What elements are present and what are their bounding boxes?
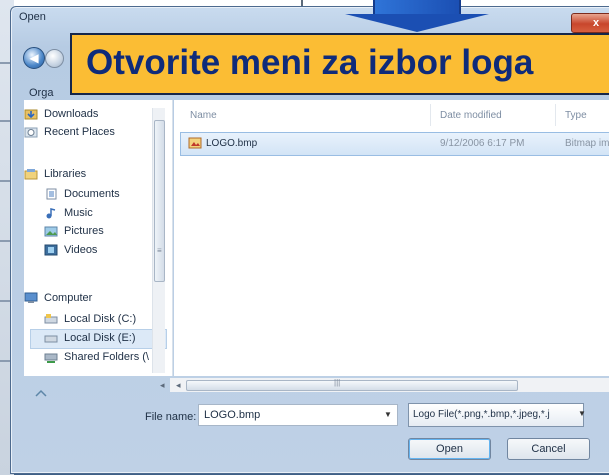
shared-folders-icon: [44, 353, 58, 363]
sidebar-item-shared-folders[interactable]: Shared Folders (\: [44, 351, 149, 363]
computer-icon: [24, 292, 38, 303]
scrollbar-grip-icon: ≡: [157, 246, 162, 255]
navigation-scrollbar[interactable]: ≡: [152, 108, 165, 373]
column-header-name[interactable]: Name: [190, 110, 217, 121]
sidebar-item-label: Shared Folders (\: [64, 351, 149, 363]
arrow-left-icon: ◀: [29, 51, 39, 65]
recent-places-icon: [24, 127, 38, 138]
forward-button[interactable]: [45, 49, 64, 68]
sidebar-item-label: Pictures: [64, 225, 104, 237]
cancel-button[interactable]: Cancel: [507, 438, 590, 460]
sidebar-item-videos[interactable]: Videos: [44, 244, 98, 256]
sidebar-item-label: Videos: [64, 244, 98, 256]
dialog-title: Open: [19, 11, 46, 23]
sidebar-item-local-disk-c[interactable]: Local Disk (C:): [44, 313, 137, 325]
file-date-cell: 9/12/2006 6:17 PM: [440, 138, 525, 149]
bitmap-file-icon: [188, 137, 202, 149]
file-name-dropdown-icon[interactable]: ▼: [384, 410, 392, 419]
sidebar-item-documents[interactable]: Documents: [46, 188, 120, 200]
scroll-left-arrow-icon[interactable]: ◂: [176, 380, 181, 391]
scrollbar-thumb[interactable]: [186, 380, 518, 391]
file-name-label: File name:: [145, 411, 197, 423]
arrow-down-icon: [345, 14, 489, 32]
instruction-text: Otvorite meni za izbor loga: [86, 43, 534, 82]
sidebar-item-label: Music: [64, 207, 93, 219]
sidebar-item-label: Computer: [44, 292, 93, 304]
pictures-icon: [44, 226, 58, 237]
organize-button[interactable]: Orga: [29, 87, 53, 99]
sidebar-item-label: Documents: [64, 188, 120, 200]
sidebar-item-libraries[interactable]: Libraries: [24, 168, 87, 180]
back-button[interactable]: ◀: [23, 47, 45, 69]
sidebar-item-pictures[interactable]: Pictures: [44, 225, 104, 237]
instruction-banner: Otvorite meni za izbor loga: [70, 33, 609, 95]
column-header-date-modified[interactable]: Date modified: [440, 110, 502, 121]
column-divider: [555, 104, 556, 126]
libraries-icon: [24, 169, 38, 180]
sidebar-item-label: Recent Places: [44, 126, 115, 138]
network-icon: [35, 389, 47, 397]
downloads-icon: [24, 109, 38, 120]
sidebar-item-label: Downloads: [44, 108, 99, 120]
file-type-dropdown-icon[interactable]: ▼: [578, 409, 586, 418]
music-icon: [46, 208, 56, 219]
file-name-input[interactable]: LOGO.bmp: [198, 404, 398, 426]
documents-icon: [46, 188, 57, 200]
sidebar-item-downloads[interactable]: Downloads: [24, 108, 99, 120]
file-type-cell: Bitmap im: [565, 138, 609, 149]
sidebar-item-label: Local Disk (E:): [64, 332, 136, 344]
close-button[interactable]: x: [571, 13, 609, 33]
file-type-select[interactable]: Logo File(*.png,*.bmp,*.jpeg,*.j: [408, 403, 584, 427]
sidebar-item-label: Libraries: [44, 168, 87, 180]
local-disk-icon: [44, 335, 58, 343]
sidebar-item-local-disk-e[interactable]: Local Disk (E:): [44, 332, 136, 344]
local-disk-icon: [44, 314, 58, 324]
sidebar-item-recent-places[interactable]: Recent Places: [24, 126, 115, 138]
scrollbar-thumb[interactable]: [154, 120, 165, 282]
sidebar-item-music[interactable]: Music: [46, 207, 93, 219]
file-name-cell: LOGO.bmp: [206, 138, 258, 149]
close-icon: x: [592, 17, 600, 29]
open-button[interactable]: Open: [408, 438, 491, 460]
sidebar-item-label: Local Disk (C:): [64, 313, 137, 325]
videos-icon: [44, 244, 58, 256]
column-header-type[interactable]: Type: [565, 110, 587, 121]
sidebar-item-computer[interactable]: Computer: [24, 292, 93, 304]
file-list-hscrollbar[interactable]: |||: [170, 378, 609, 392]
scroll-left-icon[interactable]: ◂: [160, 380, 165, 391]
scrollbar-grip-icon: |||: [334, 378, 341, 387]
column-divider: [430, 104, 431, 126]
